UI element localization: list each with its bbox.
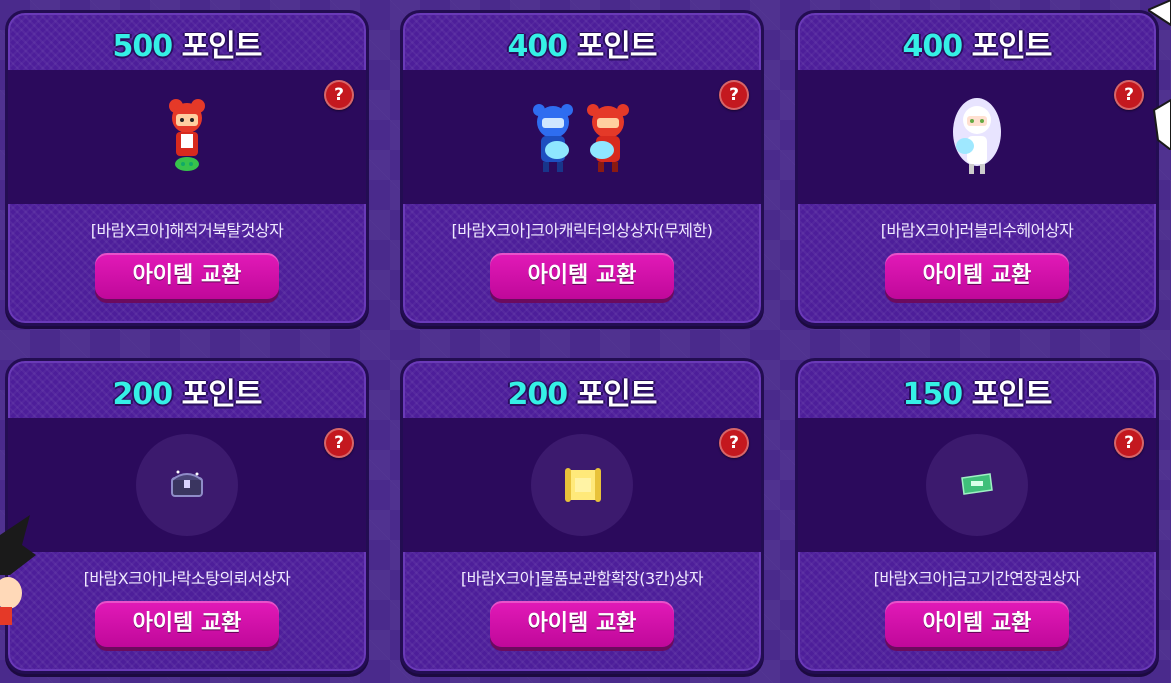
item-name: [바람X크아]나락소탕의뢰서상자 xyxy=(83,569,291,588)
points-label: 150 포인트 xyxy=(902,377,1053,412)
ticket-icon xyxy=(961,473,993,495)
points-label: 400 포인트 xyxy=(902,29,1053,64)
item-name: [바람X크아]금고기간연장권상자 xyxy=(873,569,1081,588)
exchange-item-button[interactable]: 아이템 교환 xyxy=(95,253,279,299)
reward-card: 200 포인트 ? [바람X크아]나락소탕의뢰서상자 아이템 교환 xyxy=(5,358,369,674)
item-circle xyxy=(136,434,238,536)
item-name: [바람X크아]해적거북탈것상자 xyxy=(90,221,284,240)
points-label: 200 포인트 xyxy=(112,377,263,412)
lovely-hair-character-icon xyxy=(953,98,1001,174)
help-icon[interactable]: ? xyxy=(719,428,749,458)
item-name: [바람X크아]크아캐릭터의상상자(무제한) xyxy=(451,221,713,240)
mascot-right-decoration xyxy=(1148,0,1171,150)
item-preview: ? xyxy=(403,70,761,204)
help-icon[interactable]: ? xyxy=(1114,428,1144,458)
help-icon[interactable]: ? xyxy=(324,80,354,110)
kart-characters-icon xyxy=(533,104,629,172)
exchange-item-button[interactable]: 아이템 교환 xyxy=(490,601,674,647)
points-label: 400 포인트 xyxy=(507,29,658,64)
reward-card: 150 포인트 ? [바람X크아]금고기간연장권상자 아이템 교환 xyxy=(795,358,1159,674)
pirate-turtle-character-icon xyxy=(169,99,205,171)
item-circle xyxy=(531,434,633,536)
item-preview: ? xyxy=(798,70,1156,204)
scroll-icon xyxy=(565,468,601,502)
reward-shop-grid: 500 포인트 ? [바람X크아]해적거북탈것상자 아이템 교환 400 포인트… xyxy=(0,0,1171,683)
exchange-item-button[interactable]: 아이템 교환 xyxy=(885,253,1069,299)
help-icon[interactable]: ? xyxy=(719,80,749,110)
exchange-item-button[interactable]: 아이템 교환 xyxy=(95,601,279,647)
exchange-item-button[interactable]: 아이템 교환 xyxy=(885,601,1069,647)
item-circle xyxy=(926,434,1028,536)
reward-card: 500 포인트 ? [바람X크아]해적거북탈것상자 아이템 교환 xyxy=(5,10,369,326)
reward-card: 200 포인트 ? [바람X크아]물품보관함확장(3칸)상자 아이템 교환 xyxy=(400,358,764,674)
mascot-left-decoration xyxy=(0,515,36,625)
exchange-item-button[interactable]: 아이템 교환 xyxy=(490,253,674,299)
reward-card: 400 포인트 ? [바람X크아]크아캐릭터의상상자(무제한) 아이템 교환 xyxy=(400,10,764,326)
item-preview: ? xyxy=(8,70,366,204)
help-icon[interactable]: ? xyxy=(324,428,354,458)
points-label: 200 포인트 xyxy=(507,377,658,412)
item-name: [바람X크아]물품보관함확장(3칸)상자 xyxy=(460,569,704,588)
help-icon[interactable]: ? xyxy=(1114,80,1144,110)
item-preview: ? xyxy=(8,418,366,552)
item-preview: ? xyxy=(798,418,1156,552)
reward-card: 400 포인트 ? [바람X크아]러블리수헤어상자 아이템 교환 xyxy=(795,10,1159,326)
treasure-chest-icon xyxy=(171,470,203,497)
item-preview: ? xyxy=(403,418,761,552)
points-label: 500 포인트 xyxy=(112,29,263,64)
item-name: [바람X크아]러블리수헤어상자 xyxy=(880,221,1074,240)
